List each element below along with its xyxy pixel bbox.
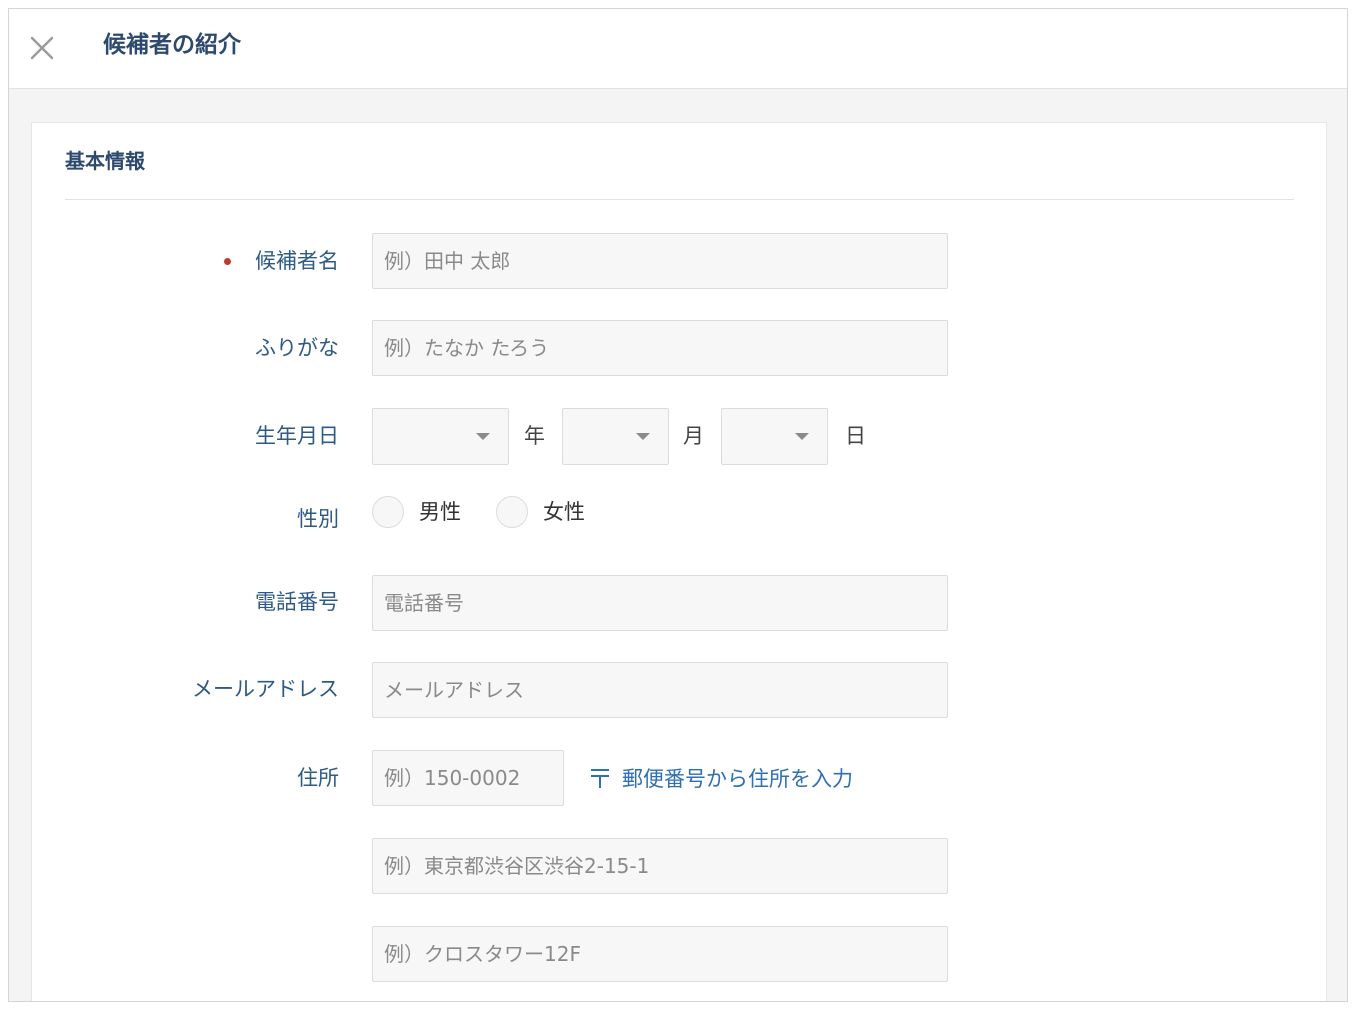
postal-lookup-label: 郵便番号から住所を入力 bbox=[622, 767, 853, 791]
birthday-label: 生年月日 bbox=[255, 424, 339, 448]
birth-year-select[interactable] bbox=[372, 408, 509, 465]
gender-male-radio[interactable] bbox=[372, 496, 404, 528]
email-input[interactable] bbox=[372, 662, 948, 718]
month-unit: 月 bbox=[683, 424, 704, 448]
chevron-down-icon bbox=[636, 433, 650, 440]
candidate-name-input[interactable] bbox=[372, 233, 948, 289]
furigana-label: ふりがな bbox=[255, 336, 339, 360]
basic-info-card: 基本情報 候補者名 ふりがな 生年月日 年 月 日 性別 男性 女性 電話番号 bbox=[31, 122, 1327, 1001]
section-divider bbox=[65, 199, 1294, 200]
chevron-down-icon bbox=[795, 433, 809, 440]
phone-label: 電話番号 bbox=[255, 590, 339, 614]
furigana-input[interactable] bbox=[372, 320, 948, 376]
gender-male-label[interactable]: 男性 bbox=[419, 497, 461, 527]
phone-input[interactable] bbox=[372, 575, 948, 631]
name-label: 候補者名 bbox=[255, 249, 339, 273]
required-indicator bbox=[224, 258, 231, 265]
email-label: メールアドレス bbox=[192, 677, 339, 701]
section-title: 基本情報 bbox=[65, 149, 145, 173]
birth-day-select[interactable] bbox=[721, 408, 828, 465]
modal-header: 候補者の紹介 bbox=[9, 9, 1347, 89]
birth-month-select[interactable] bbox=[562, 408, 669, 465]
gender-female-label[interactable]: 女性 bbox=[543, 497, 585, 527]
page-title: 候補者の紹介 bbox=[103, 32, 241, 58]
gender-label: 性別 bbox=[297, 507, 339, 531]
postal-code-input[interactable] bbox=[372, 750, 564, 806]
postal-mark-icon bbox=[591, 769, 609, 788]
year-unit: 年 bbox=[524, 424, 545, 448]
chevron-down-icon bbox=[476, 433, 490, 440]
address-line2-input[interactable] bbox=[372, 926, 948, 982]
close-button[interactable] bbox=[25, 31, 59, 65]
close-icon bbox=[30, 36, 54, 60]
address-line1-input[interactable] bbox=[372, 838, 948, 894]
day-unit: 日 bbox=[845, 424, 866, 448]
gender-female-radio[interactable] bbox=[496, 496, 528, 528]
address-label: 住所 bbox=[297, 766, 339, 790]
postal-lookup-link[interactable]: 郵便番号から住所を入力 bbox=[590, 763, 853, 793]
modal-window: 候補者の紹介 基本情報 候補者名 ふりがな 生年月日 年 月 日 性別 男性 女… bbox=[8, 8, 1348, 1002]
